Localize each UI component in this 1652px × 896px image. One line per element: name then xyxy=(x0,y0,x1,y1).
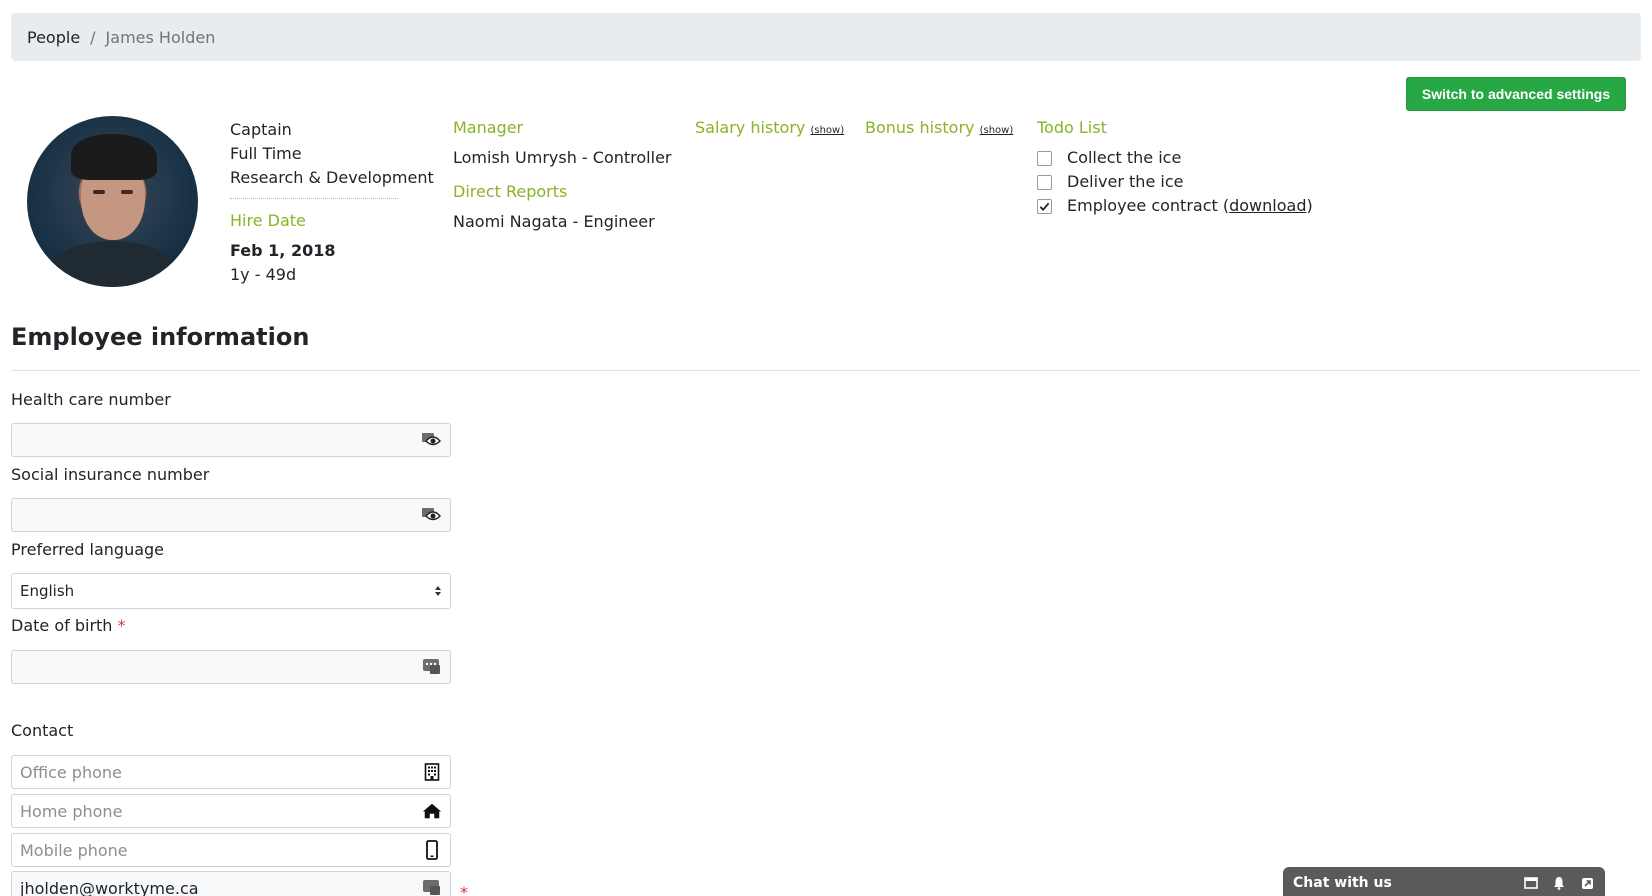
home-phone-input[interactable]: Home phone xyxy=(11,794,451,828)
todo-item: Collect the ice xyxy=(1037,146,1313,170)
todo-label: Todo List xyxy=(1037,118,1107,137)
chat-controls xyxy=(1523,875,1595,891)
avatar-jacket xyxy=(45,241,181,287)
todo-item-text: Employee contract ( xyxy=(1067,196,1230,215)
switch-advanced-settings-button[interactable]: Switch to advanced settings xyxy=(1406,77,1626,111)
profile-divider xyxy=(230,198,398,199)
todo-item: Employee contract (download) xyxy=(1037,194,1313,218)
chat-label: Chat with us xyxy=(1293,875,1392,891)
office-phone-input[interactable]: Office phone xyxy=(11,755,451,789)
avatar-eye-left xyxy=(93,190,105,194)
direct-reports-value: Naomi Nagata - Engineer xyxy=(453,212,655,231)
section-divider xyxy=(11,370,1641,371)
employment-type: Full Time xyxy=(230,144,302,163)
date-of-birth-label-text: Date of birth xyxy=(11,616,113,635)
contact-label: Contact xyxy=(11,721,74,740)
avatar-hair xyxy=(71,134,157,180)
todo-item-suffix: ) xyxy=(1306,196,1313,215)
required-asterisk: * xyxy=(117,616,126,635)
todo-item: Deliver the ice xyxy=(1037,170,1313,194)
email-required-asterisk: * xyxy=(460,883,468,896)
masked-field-icon[interactable] xyxy=(422,878,442,896)
section-title-employee-information: Employee information xyxy=(11,323,310,351)
hire-date-label: Hire Date xyxy=(230,211,306,230)
masked-field-icon[interactable] xyxy=(422,657,442,677)
department: Research & Development xyxy=(230,168,434,187)
mobile-phone-placeholder: Mobile phone xyxy=(20,840,128,860)
home-phone-placeholder: Home phone xyxy=(20,801,123,821)
select-arrows-icon xyxy=(434,585,442,597)
sin-input[interactable] xyxy=(11,498,451,532)
breadcrumb: People / James Holden xyxy=(11,13,1641,61)
health-care-label: Health care number xyxy=(11,390,171,409)
tenure: 1y - 49d xyxy=(230,265,297,284)
window-icon[interactable] xyxy=(1523,875,1539,891)
todo-checkbox-checked[interactable] xyxy=(1037,198,1052,214)
date-of-birth-input[interactable] xyxy=(11,650,451,684)
office-phone-placeholder: Office phone xyxy=(20,762,122,782)
mobile-phone-icon xyxy=(422,840,442,860)
breadcrumb-separator: / xyxy=(90,27,96,47)
breadcrumb-people-link[interactable]: People xyxy=(27,28,80,47)
job-title: Captain xyxy=(230,120,292,139)
bonus-history-label: Bonus history xyxy=(865,118,975,137)
preferred-language-select[interactable]: English xyxy=(11,573,451,609)
bell-icon[interactable] xyxy=(1551,875,1567,891)
download-contract-link[interactable]: download xyxy=(1229,194,1306,218)
bonus-history-column: Bonus history (show) xyxy=(865,116,1013,143)
breadcrumb-current: James Holden xyxy=(105,27,216,47)
profile-basics: Captain Full Time Research & Development… xyxy=(230,118,434,287)
email-value: jholden@worktyme.ca xyxy=(20,878,199,896)
todo-checkbox[interactable] xyxy=(1037,174,1052,190)
bonus-history-show-link[interactable]: (show) xyxy=(980,125,1014,136)
popout-icon[interactable] xyxy=(1579,875,1595,891)
todo-item-text: Collect the ice xyxy=(1067,148,1182,167)
reveal-eye-icon[interactable] xyxy=(422,430,442,450)
hire-date: Feb 1, 2018 xyxy=(230,241,336,260)
sin-label: Social insurance number xyxy=(11,465,210,484)
todo-item-text: Deliver the ice xyxy=(1067,172,1184,191)
salary-history-column: Salary history (show) xyxy=(695,116,844,143)
avatar-eye-right xyxy=(121,190,133,194)
date-of-birth-label: Date of birth * xyxy=(11,616,126,635)
todo-list: Collect the ice Deliver the ice Employee… xyxy=(1037,146,1313,218)
avatar xyxy=(27,116,198,287)
manager-label: Manager xyxy=(453,118,524,137)
preferred-language-label: Preferred language xyxy=(11,540,165,559)
email-input[interactable]: jholden@worktyme.ca xyxy=(11,871,451,896)
preferred-language-value: English xyxy=(20,582,75,600)
salary-history-show-link[interactable]: (show) xyxy=(810,125,844,136)
building-icon xyxy=(422,762,442,782)
manager-column: Manager Lomish Umrysh - Controller Direc… xyxy=(453,116,671,234)
mobile-phone-input[interactable]: Mobile phone xyxy=(11,833,451,867)
chat-widget[interactable]: Chat with us xyxy=(1283,867,1605,896)
todo-checkbox[interactable] xyxy=(1037,150,1052,166)
health-care-input[interactable] xyxy=(11,423,451,457)
home-icon xyxy=(422,801,442,821)
direct-reports-label: Direct Reports xyxy=(453,182,568,201)
salary-history-label: Salary history xyxy=(695,118,806,137)
manager-value: Lomish Umrysh - Controller xyxy=(453,148,672,167)
todo-column: Todo List Collect the ice Deliver the ic… xyxy=(1037,116,1313,218)
reveal-eye-icon[interactable] xyxy=(422,505,442,525)
checkmark-icon xyxy=(1039,202,1050,211)
